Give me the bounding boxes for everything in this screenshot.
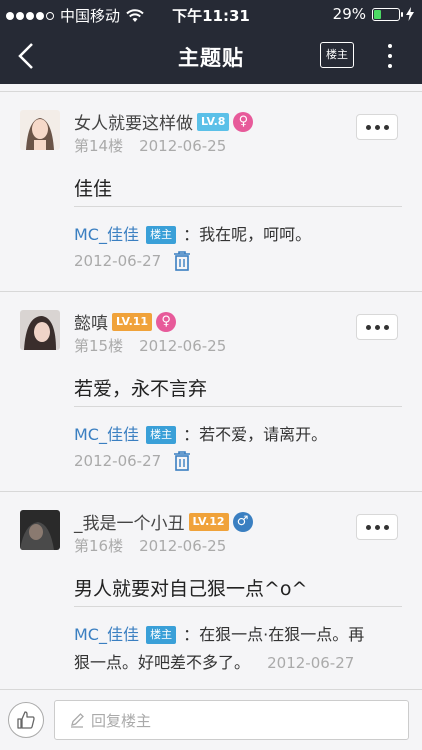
reply-meta: 2012-06-27	[74, 251, 402, 271]
post-content: 佳佳	[74, 178, 113, 200]
floor-number: 第15楼	[74, 337, 124, 355]
post-more-button[interactable]	[356, 514, 398, 540]
username[interactable]: 女人就要这样做 LV.8 ♀	[74, 109, 254, 134]
reply-date: 2012-06-27	[74, 252, 162, 270]
reply-post: 懿嗔 LV.11 ♀ 第15楼 2012-06-25 若爱，永不言弃 MC_佳佳 …	[0, 291, 422, 491]
female-icon: ♀	[233, 111, 254, 132]
floor-number: 第16楼	[74, 537, 124, 555]
bottom-reply-bar: 回复楼主	[0, 689, 422, 750]
like-button[interactable]	[8, 702, 44, 738]
post-content: 男人就要对自己狠一点^o^	[74, 578, 308, 600]
owner-tag: 楼主	[146, 226, 177, 244]
reply-author[interactable]: MC_佳佳	[74, 225, 139, 244]
reply-text-continued: 狠一点。好吧差不多了。	[74, 653, 251, 672]
page-title: 主题贴	[178, 46, 244, 70]
username-text: 懿嗔	[74, 314, 108, 334]
post-more-button[interactable]	[356, 114, 398, 140]
reply-date: 2012-06-27	[267, 654, 355, 672]
post-date: 2012-06-25	[139, 537, 227, 555]
vertical-dots-icon	[388, 44, 392, 48]
post-date: 2012-06-25	[139, 337, 227, 355]
battery-fill	[374, 9, 381, 19]
male-icon: ♂	[232, 511, 253, 532]
ellipsis-icon	[365, 124, 371, 130]
username-text: _我是一个小丑	[74, 514, 185, 534]
female-icon: ♀	[156, 311, 177, 332]
username-text: 女人就要这样做	[74, 114, 193, 134]
trash-icon[interactable]	[173, 451, 191, 471]
level-badge: LV.12	[188, 512, 229, 531]
more-options-button[interactable]	[382, 42, 398, 70]
reply-input[interactable]: 回复楼主	[54, 700, 409, 740]
post-feed[interactable]: 女人就要这样做 LV.8 ♀ 第14楼 2012-06-25 佳佳 MC_佳佳 楼…	[0, 84, 422, 689]
reply-text: ：我在呢，呵呵。	[183, 225, 312, 244]
thumbs-up-icon	[17, 711, 35, 729]
floor-number: 第14楼	[74, 137, 124, 155]
post-content: 若爱，永不言弃	[74, 378, 208, 400]
ellipsis-icon	[365, 524, 371, 530]
username[interactable]: _我是一个小丑 LV.12 ♂	[74, 509, 253, 534]
sub-reply-line: MC_佳佳 楼主 ：在狠一点·在狠一点。再	[74, 621, 402, 649]
reply-text: ：若不爱，请离开。	[183, 425, 328, 444]
reply-text: ：在狠一点·在狠一点。再	[183, 625, 365, 644]
nav-bar: 主题贴 楼主	[0, 28, 422, 84]
sub-reply: MC_佳佳 楼主 ：在狠一点·在狠一点。再 狠一点。好吧差不多了。 2012-0…	[74, 606, 402, 677]
charging-icon	[406, 7, 414, 21]
trash-icon[interactable]	[173, 251, 191, 271]
sub-reply: MC_佳佳 楼主 ：我在呢，呵呵。 2012-06-27	[74, 206, 402, 271]
level-badge: LV.8	[197, 112, 230, 131]
level-badge: LV.11	[112, 312, 153, 331]
post-meta: 第15楼 2012-06-25	[74, 335, 226, 356]
battery-icon	[372, 7, 403, 21]
reply-post: _我是一个小丑 LV.12 ♂ 第16楼 2012-06-25 男人就要对自己狠一…	[0, 491, 422, 689]
post-date: 2012-06-25	[139, 137, 227, 155]
battery-percent: 29%	[332, 5, 366, 23]
avatar[interactable]	[20, 110, 60, 150]
username[interactable]: 懿嗔 LV.11 ♀	[74, 309, 177, 334]
reply-meta: 2012-06-27	[74, 451, 402, 471]
post-meta: 第14楼 2012-06-25	[74, 135, 226, 156]
reply-placeholder: 回复楼主	[91, 711, 152, 730]
post-more-button[interactable]	[356, 314, 398, 340]
reply-author[interactable]: MC_佳佳	[74, 625, 139, 644]
pencil-icon	[71, 713, 84, 728]
ellipsis-icon	[365, 324, 371, 330]
sub-reply-line: MC_佳佳 楼主 ：我在呢，呵呵。	[74, 221, 402, 249]
sub-reply: MC_佳佳 楼主 ：若不爱，请离开。 2012-06-27	[74, 406, 402, 471]
owner-tag: 楼主	[146, 426, 177, 444]
avatar[interactable]	[20, 310, 60, 350]
sub-reply-line-2: 狠一点。好吧差不多了。 2012-06-27	[74, 649, 402, 677]
owner-tag: 楼主	[146, 626, 177, 644]
status-right: 29%	[333, 5, 414, 23]
status-bar: 中国移动 下午11:31 29%	[0, 0, 422, 28]
post-meta: 第16楼 2012-06-25	[74, 535, 226, 556]
avatar[interactable]	[20, 510, 60, 550]
reply-post: 女人就要这样做 LV.8 ♀ 第14楼 2012-06-25 佳佳 MC_佳佳 楼…	[0, 91, 422, 291]
reply-author[interactable]: MC_佳佳	[74, 425, 139, 444]
sub-reply-line: MC_佳佳 楼主 ：若不爱，请离开。	[74, 421, 402, 449]
reply-date: 2012-06-27	[74, 452, 162, 470]
owner-only-button[interactable]: 楼主	[320, 42, 354, 68]
